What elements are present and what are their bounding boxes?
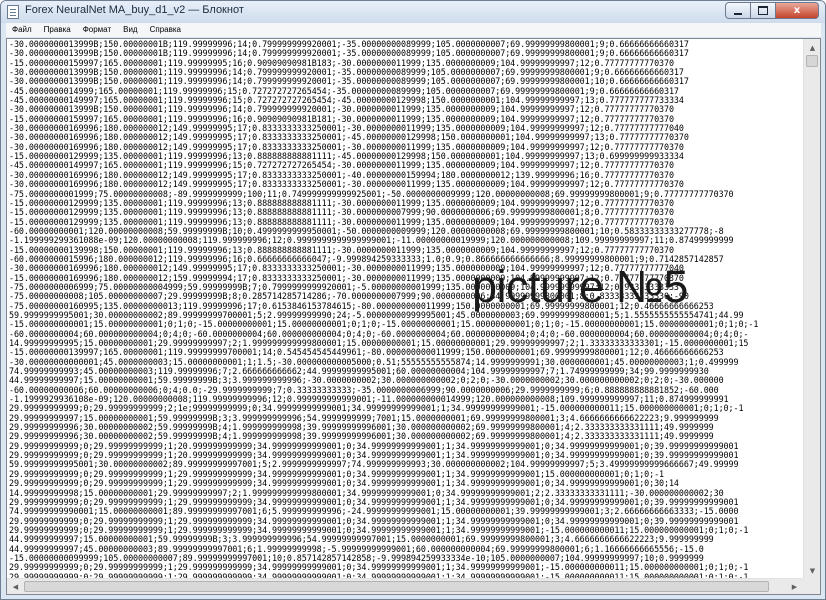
- menu-bar: Файл Правка Формат Вид Справка: [6, 23, 821, 37]
- maximize-icon: [758, 6, 768, 15]
- menu-file[interactable]: Файл: [6, 23, 38, 37]
- watermark-caption: picture №5: [472, 261, 688, 312]
- vertical-scrollbar[interactable]: ▲ ▼: [803, 39, 820, 579]
- notepad-icon: [7, 5, 19, 19]
- notepad-window: Forex NeuralNet MA_buy_d1_v2 — Блокнот x…: [0, 0, 826, 600]
- arrow-up-icon[interactable]: ▲: [805, 40, 820, 55]
- title-bar[interactable]: Forex NeuralNet MA_buy_d1_v2 — Блокнот x: [1, 1, 825, 23]
- arrow-right-icon[interactable]: ▶: [787, 579, 802, 594]
- arrow-down-icon[interactable]: ▼: [805, 563, 820, 578]
- horizontal-scrollbar[interactable]: ◀ ▶: [7, 578, 803, 594]
- horizontal-scroll-thumb[interactable]: [24, 581, 769, 592]
- maximize-button[interactable]: [751, 2, 776, 19]
- window-title: Forex NeuralNet MA_buy_d1_v2 — Блокнот: [25, 4, 244, 16]
- vertical-scroll-thumb[interactable]: [806, 55, 818, 67]
- editor[interactable]: -30.0000000013999B;150.00000001B;119.999…: [6, 38, 821, 595]
- menu-edit[interactable]: Правка: [38, 23, 77, 37]
- scrollbar-corner: [803, 578, 820, 594]
- menu-format[interactable]: Формат: [77, 23, 117, 37]
- caption-buttons: x: [725, 2, 819, 20]
- menu-help[interactable]: Справка: [144, 23, 187, 37]
- menu-view[interactable]: Вид: [117, 23, 143, 37]
- close-icon: x: [793, 5, 801, 16]
- close-button[interactable]: x: [776, 2, 819, 19]
- minimize-button[interactable]: [725, 2, 751, 19]
- minimize-icon: [734, 12, 742, 15]
- arrow-left-icon[interactable]: ◀: [8, 579, 23, 594]
